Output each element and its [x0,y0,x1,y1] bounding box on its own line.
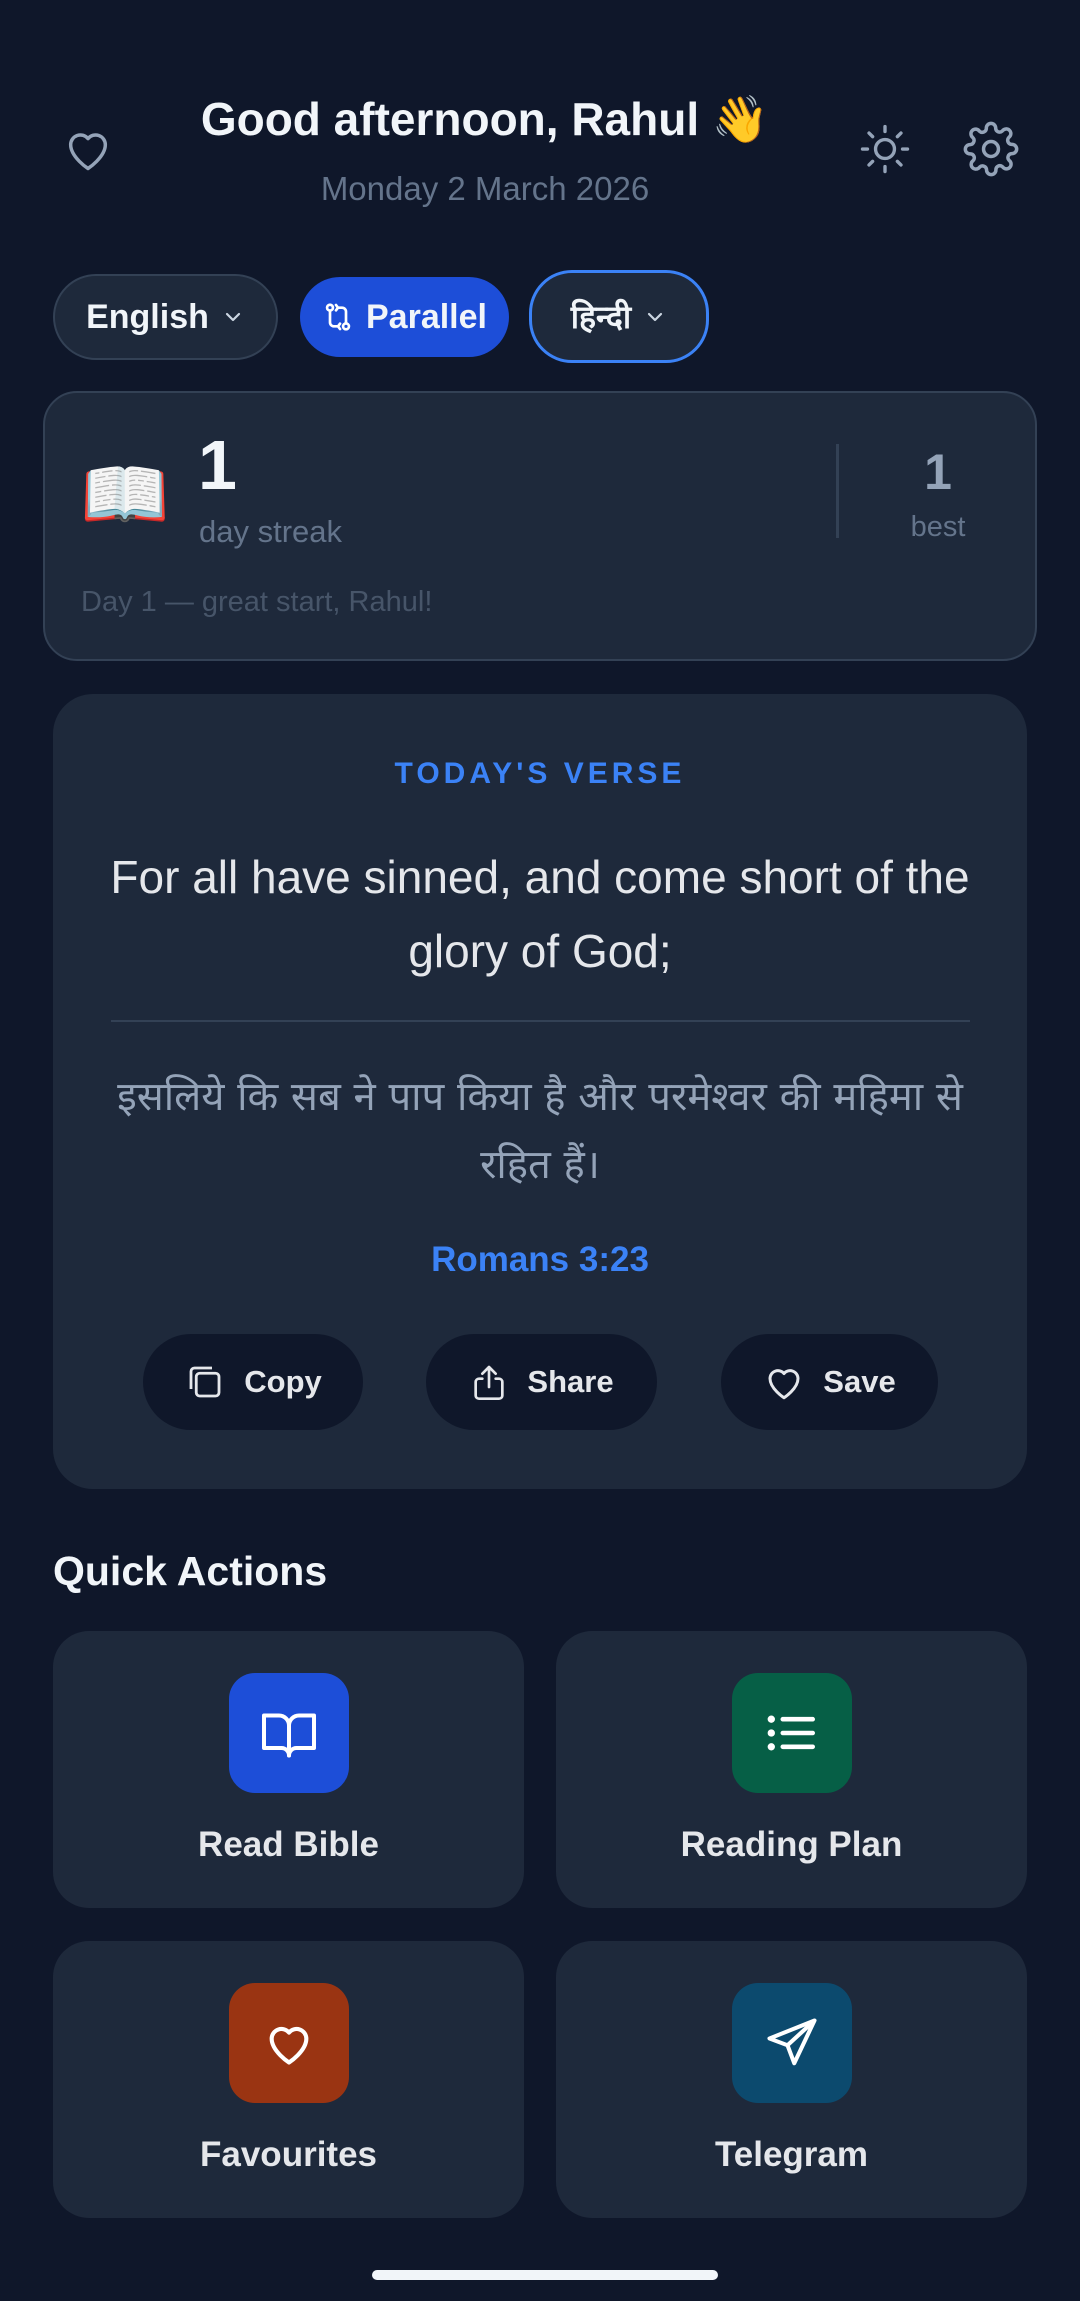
reading-plan-tile[interactable]: Reading Plan [556,1631,1027,1908]
copy-icon [189,1366,221,1398]
reading-plan-label: Reading Plan [680,1825,903,1864]
heart-icon [229,1983,349,2103]
streak-label: day streak [199,514,343,549]
streak-count: 1 [198,426,237,504]
verse-english-text: For all have sinned, and come short of t… [110,851,970,977]
save-button[interactable]: Save [721,1334,938,1430]
gear-icon [963,121,1019,177]
home-indicator[interactable] [372,2270,718,2280]
copy-label: Copy [244,1364,322,1399]
best-streak-count: 1 [924,444,952,500]
quick-actions-title: Quick Actions [53,1548,328,1594]
parallel-compare-icon [325,303,351,331]
save-label: Save [823,1364,896,1399]
share-label: Share [527,1364,614,1399]
read-bible-tile[interactable]: Read Bible [53,1631,524,1908]
telegram-label: Telegram [714,2135,869,2174]
date-subtitle: Monday 2 March 2026 [320,170,650,207]
book-icon [229,1673,349,1793]
primary-language-label: English [86,297,209,336]
verse-divider [111,1020,970,1022]
secondary-language-dropdown[interactable]: हिन्दी [529,270,709,363]
parallel-mode-label: Parallel [366,297,487,336]
parallel-mode-toggle[interactable]: Parallel [300,277,509,357]
verse-kicker: TODAY'S VERSE [394,757,686,790]
favourites-label: Favourites [200,2135,377,2174]
primary-language-dropdown[interactable]: English [53,274,278,360]
list-icon [732,1673,852,1793]
heart-icon [768,1369,800,1400]
verse-hindi-text: इसलिये कि सब ने पाप किया है और परमेश्वर … [117,1074,963,1188]
favourites-tile[interactable]: Favourites [53,1941,524,2218]
verse-reference-link[interactable]: Romans 3:23 [53,1240,1027,1280]
copy-button[interactable]: Copy [143,1334,363,1430]
secondary-language-label: हिन्दी [570,298,632,336]
greeting-title: Good afternoon, Rahul 👋 [200,93,770,145]
read-bible-label: Read Bible [198,1825,379,1864]
chevron-down-icon [648,312,663,321]
telegram-tile[interactable]: Telegram [556,1941,1027,2218]
share-icon [474,1365,505,1400]
share-button[interactable]: Share [426,1334,657,1430]
sun-icon [860,124,910,174]
settings-button[interactable] [956,114,1026,184]
streak-message: Day 1 — great start, Rahul! [81,586,433,618]
best-streak-label: best [910,511,966,543]
chevron-down-icon [225,312,240,322]
streak-divider [836,444,839,538]
open-book-emoji-icon: 📖 [80,455,170,535]
send-icon [732,1983,852,2103]
theme-toggle-button[interactable] [850,114,920,184]
